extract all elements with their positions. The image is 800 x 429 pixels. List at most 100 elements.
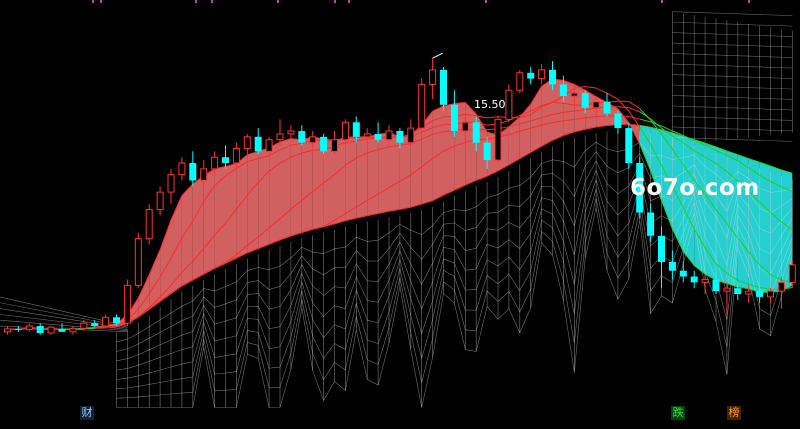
candle-body <box>495 119 501 160</box>
candle-body <box>517 73 523 90</box>
candle-body <box>135 239 141 286</box>
mesh-line <box>672 12 792 16</box>
top-marker <box>277 0 279 3</box>
ma-ribbon-segment <box>280 139 291 240</box>
ma-ribbon-segment <box>542 79 553 146</box>
candle-body <box>48 327 54 333</box>
mesh-line <box>672 127 792 131</box>
ma-ribbon-segment <box>378 133 389 214</box>
candle-body <box>419 84 425 128</box>
candle-body <box>255 137 262 152</box>
candle-body <box>539 70 545 79</box>
ma-ribbon-segment <box>269 142 280 244</box>
mesh-line <box>672 22 792 26</box>
candle-body <box>462 122 468 131</box>
moving-average-line-13 <box>629 101 640 108</box>
top-marker <box>100 0 102 3</box>
candlestick-chart <box>0 0 800 425</box>
candle-body <box>680 271 687 277</box>
candle-body <box>5 329 11 332</box>
candle-body <box>386 131 392 140</box>
candle-body <box>473 122 480 142</box>
candle-body <box>724 288 730 291</box>
moving-average-line-30 <box>651 122 662 126</box>
moving-average-line-30 <box>640 119 651 122</box>
mesh-line <box>672 75 792 79</box>
mesh-line <box>672 116 792 120</box>
candle-body <box>298 131 305 143</box>
mesh-line <box>672 43 792 47</box>
candle-body <box>625 128 632 163</box>
candle-body <box>26 326 32 329</box>
candle-body <box>146 210 152 239</box>
candle-body <box>440 70 447 105</box>
top-marker <box>748 0 750 3</box>
top-marker <box>661 0 663 3</box>
fall-tag-button[interactable]: 跌 <box>671 406 685 420</box>
candle-body <box>604 102 611 114</box>
mesh-line <box>672 95 792 99</box>
moving-average-line-8 <box>596 88 607 93</box>
candle-body <box>527 73 534 79</box>
candle-body <box>560 84 567 96</box>
moving-average-line-21 <box>618 107 629 108</box>
candle-body <box>658 236 665 262</box>
candle-body <box>375 134 382 140</box>
moving-average-line-8 <box>607 93 618 99</box>
candle-body <box>713 279 720 291</box>
candle-body <box>233 148 239 163</box>
chart-canvas <box>0 0 800 425</box>
candle-body <box>364 134 370 137</box>
candle-body <box>15 329 22 330</box>
ma-ribbon-segment <box>705 143 716 280</box>
ma-ribbon-segment <box>324 139 335 227</box>
candle-body <box>506 90 512 119</box>
candle-body <box>212 157 218 169</box>
candle-body <box>669 262 676 271</box>
candle-body <box>582 93 589 108</box>
ma-ribbon-segment <box>204 169 215 274</box>
candle-body <box>266 140 272 152</box>
candle-body <box>70 328 76 331</box>
ma-ribbon-segment <box>236 155 247 258</box>
candle-body <box>37 326 44 333</box>
candle-body <box>244 137 250 149</box>
ranking-tag-button[interactable]: 榜 <box>727 406 741 420</box>
candle-body <box>157 192 163 209</box>
mesh-line <box>672 33 792 37</box>
candle-body <box>277 134 283 140</box>
mesh-line <box>672 64 792 68</box>
finance-tag-button[interactable]: 财 <box>80 406 94 420</box>
top-marker <box>92 0 94 3</box>
candle-body <box>179 163 185 175</box>
ma-ribbon-segment <box>291 139 302 236</box>
candle-body <box>549 70 556 85</box>
candle-body <box>647 213 654 236</box>
ma-ribbon-segment <box>215 167 226 269</box>
candle-body <box>310 137 316 143</box>
ma-ribbon-segment <box>193 176 204 280</box>
candle-body <box>408 128 414 143</box>
top-marker <box>334 0 336 3</box>
candle-body <box>778 282 784 291</box>
top-marker <box>195 0 197 3</box>
candle-body <box>451 105 458 131</box>
candle-body <box>189 163 196 180</box>
candle-body <box>702 279 708 282</box>
candle-body <box>113 317 120 323</box>
mesh-line <box>672 54 792 58</box>
ma-ribbon-segment <box>247 151 258 252</box>
candle-body <box>746 291 752 294</box>
candle-body <box>593 102 599 108</box>
candle-body <box>222 157 229 163</box>
moving-average-line-30 <box>596 116 607 117</box>
candle-body <box>168 175 174 192</box>
candle-body <box>768 291 774 297</box>
moving-average-line-8 <box>487 117 498 118</box>
candle-body <box>81 323 87 328</box>
ma-ribbon-segment <box>367 134 378 215</box>
candle-body <box>320 137 327 152</box>
peak-price-label: 15.50 <box>474 98 506 111</box>
candle-body <box>124 285 130 323</box>
candle-body <box>756 291 763 297</box>
